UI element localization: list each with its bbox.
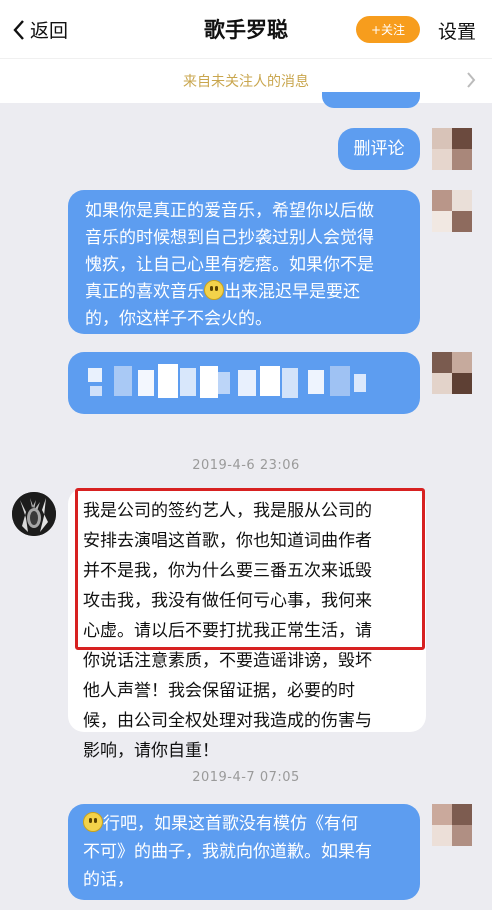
message-fragment: 行吧，如果这首歌没有模仿《有何 (103, 814, 358, 834)
message-bubble-sent[interactable]: 如果你是真正的爱音乐，希望你以后做 音乐的时候想到自己抄袭过别人会觉得 愧疚，让… (68, 190, 420, 334)
message-line: 愧疚，让自己心里有疙瘩。如果你不是 (85, 255, 374, 275)
pixelated-text (88, 364, 366, 398)
message-line: 如果你是真正的爱音乐，希望你以后做 (85, 201, 374, 221)
message-fragment: 出来混迟早是要还 (224, 282, 360, 302)
message-bubble-sent[interactable]: 行吧，如果这首歌没有模仿《有何 不可》的曲子，我就向你道歉。如果有 的话， (68, 804, 420, 900)
message-line: 影响，请你自重！ (83, 741, 219, 761)
highlight-box (75, 488, 425, 650)
message-line: 行吧，如果这首歌没有模仿《有何 (83, 810, 420, 838)
smile-emoji-icon (83, 812, 103, 832)
chevron-right-icon (467, 72, 476, 88)
avatar-self[interactable] (432, 804, 472, 846)
top-bar: 返回 歌手罗聪 +关注 设置 (0, 0, 492, 58)
settings-button[interactable]: 设置 (438, 17, 476, 44)
avatar-self[interactable] (432, 352, 472, 394)
chevron-left-icon (13, 19, 24, 40)
follow-button[interactable]: +关注 (356, 16, 420, 43)
timestamp: 2019-4-7 07:05 (192, 770, 300, 785)
avatar-contact[interactable] (12, 492, 56, 536)
message-line: 他人声誉！我会保留证据，必要的时 (83, 681, 355, 701)
message-fragment: 真正的喜欢音乐 (85, 282, 204, 302)
message-line: 不可》的曲子，我就向你道歉。如果有 (83, 842, 372, 862)
back-button[interactable]: 返回 (12, 16, 68, 43)
message-line: 真正的喜欢音乐 出来混迟早是要还 (85, 279, 420, 306)
message-bubble-sent[interactable]: 删评论 (338, 128, 420, 170)
message-bubble-partial (322, 92, 420, 108)
message-text: 删评论 (353, 138, 405, 159)
message-line: 候，由公司全权处理对我造成的伤害与 (83, 711, 372, 731)
message-line: 你说话注意素质，不要造谣诽谤，毁坏 (83, 651, 372, 671)
timestamp: 2019-4-6 23:06 (192, 458, 300, 473)
avatar-self[interactable] (432, 190, 472, 232)
message-line: 的，你这样子不会火的。 (85, 309, 272, 329)
contact-avatar-image (12, 492, 56, 536)
smile-emoji-icon (204, 280, 224, 300)
message-bubble-sent-pixelated[interactable] (68, 352, 420, 414)
message-line: 的话， (83, 870, 134, 890)
message-line: 音乐的时候想到自己抄袭过别人会觉得 (85, 228, 374, 248)
back-label: 返回 (30, 20, 69, 42)
avatar-self[interactable] (432, 128, 472, 170)
notice-text: 来自未关注人的消息 (183, 74, 309, 90)
